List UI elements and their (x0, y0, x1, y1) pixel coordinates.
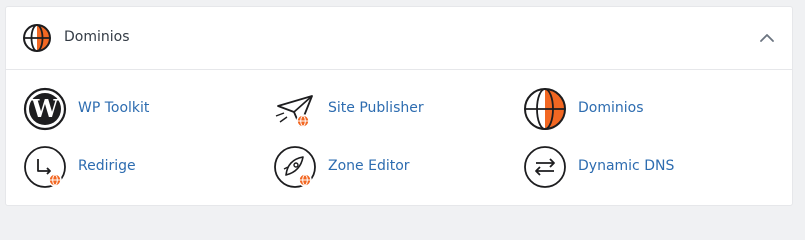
site-publisher-link[interactable]: Site Publisher (272, 86, 472, 132)
domains-panel: Dominios W WP Toolkit Site Publisher Dom… (5, 6, 793, 206)
item-label: Site Publisher (328, 100, 424, 116)
redirect-icon (24, 146, 66, 188)
svg-text:W: W (31, 94, 60, 123)
rocket-icon (274, 146, 316, 188)
dynamic-dns-link[interactable]: Dynamic DNS (522, 144, 722, 190)
globe-icon (524, 88, 566, 130)
redirects-link[interactable]: Redirige (22, 144, 222, 190)
item-label: Zone Editor (328, 158, 410, 174)
paper-plane-icon (275, 95, 313, 128)
wp-toolkit-link[interactable]: W WP Toolkit (22, 86, 222, 132)
item-label: Redirige (78, 158, 136, 174)
domains-link[interactable]: Dominios (522, 86, 722, 132)
zone-editor-link[interactable]: Zone Editor (272, 144, 472, 190)
item-label: WP Toolkit (78, 100, 150, 116)
item-label: Dynamic DNS (578, 158, 675, 174)
chevron-up-icon[interactable] (756, 27, 778, 49)
globe-icon (23, 24, 51, 52)
panel-header[interactable]: Dominios (6, 7, 792, 70)
item-label: Dominios (578, 100, 644, 116)
wordpress-icon: W (23, 87, 67, 131)
swap-arrows-icon (524, 146, 566, 188)
panel-title: Dominios (64, 29, 130, 45)
